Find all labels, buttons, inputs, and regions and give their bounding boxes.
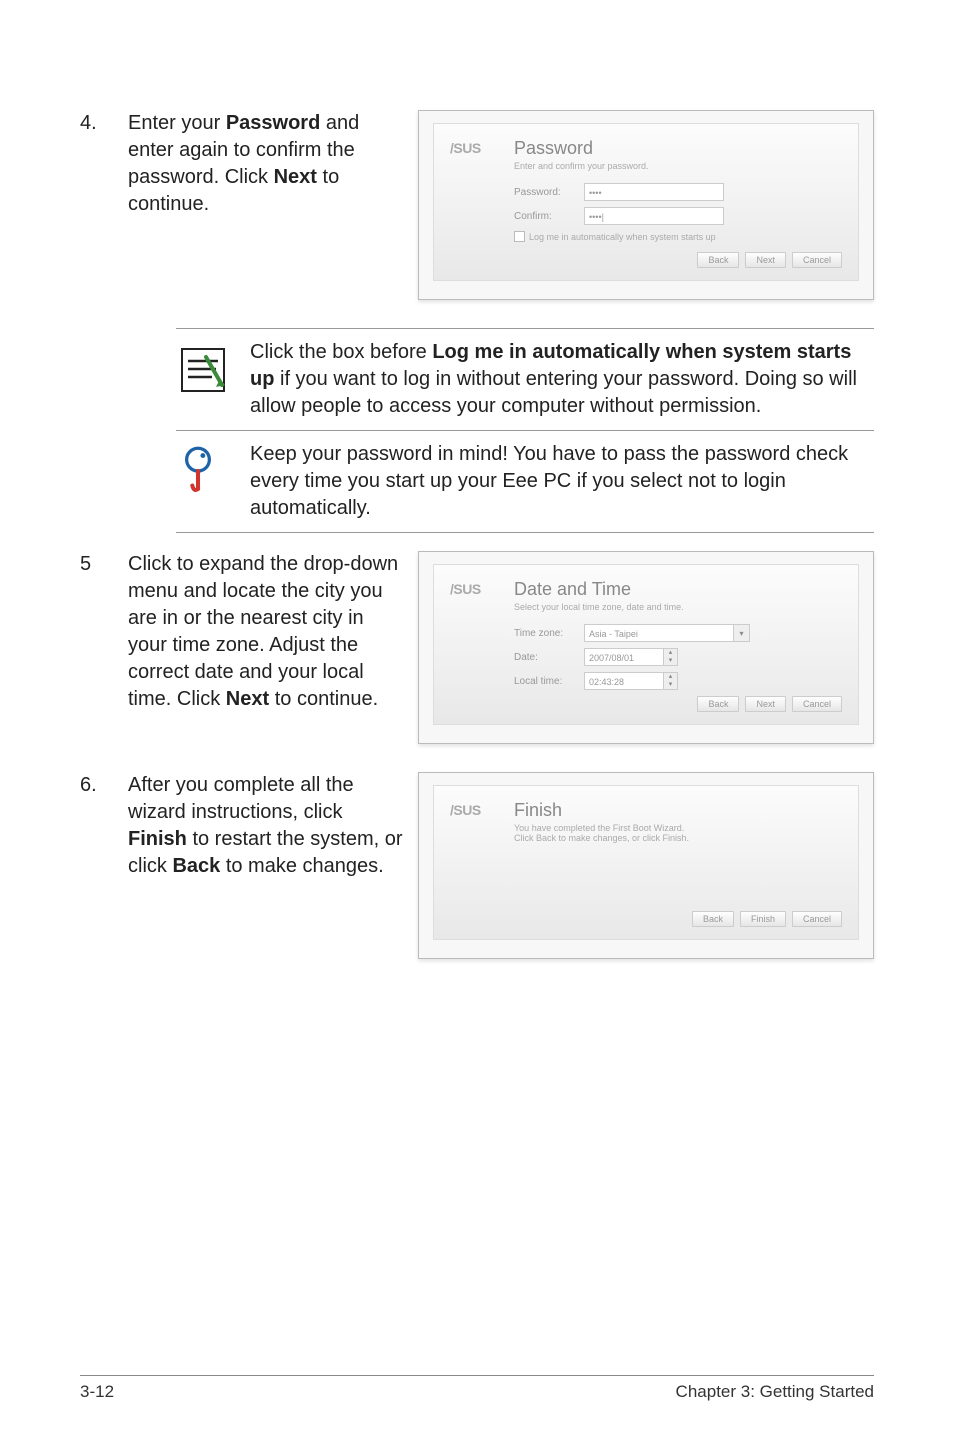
cancel-button[interactable]: Cancel — [792, 696, 842, 712]
step-number: 5 — [80, 551, 128, 576]
note-icon — [176, 339, 230, 397]
cancel-button[interactable]: Cancel — [792, 252, 842, 268]
note2-text: Keep your password in mind! You have to … — [250, 441, 874, 522]
chapter-title: Chapter 3: Getting Started — [676, 1382, 874, 1402]
confirm-input[interactable]: ••••| — [584, 207, 724, 225]
timezone-select[interactable]: Asia - Taipei — [584, 624, 734, 642]
time-input[interactable]: 02:43:28 — [584, 672, 664, 690]
bold: Finish — [128, 828, 187, 850]
next-button[interactable]: Next — [745, 252, 786, 268]
bold: Password — [226, 112, 320, 134]
bold: Next — [226, 688, 269, 710]
date-label: Date: — [514, 652, 576, 663]
text: Click to expand the drop-down menu and l… — [128, 553, 398, 710]
asus-logo: /SUS — [450, 138, 500, 156]
page-footer: 3-12 Chapter 3: Getting Started — [80, 1375, 874, 1402]
auto-login-label: Log me in automatically when system star… — [529, 232, 716, 242]
step-number: 4. — [80, 110, 128, 135]
text: Click the box before — [250, 341, 432, 363]
next-button[interactable]: Next — [745, 696, 786, 712]
dialog-subtitle: Select your local time zone, date and ti… — [514, 602, 842, 612]
text: Enter your — [128, 112, 226, 134]
dialog-subtitle-line2: Click Back to make changes, or click Fin… — [514, 833, 842, 843]
date-spinner[interactable]: ▴▾ — [664, 648, 678, 666]
page-number: 3-12 — [80, 1382, 114, 1402]
note-box-automatic-login: Click the box before Log me in automatic… — [176, 328, 874, 431]
time-label: Local time: — [514, 676, 576, 687]
datetime-screenshot: /SUS Date and Time Select your local tim… — [418, 551, 874, 744]
cancel-button[interactable]: Cancel — [792, 911, 842, 927]
text: if you want to log in without entering y… — [250, 368, 857, 417]
dialog-title: Finish — [514, 800, 842, 821]
password-screenshot: /SUS Password Enter and confirm your pas… — [418, 110, 874, 300]
back-button[interactable]: Back — [692, 911, 734, 927]
dialog-title: Date and Time — [514, 579, 842, 600]
tip-icon — [176, 441, 230, 497]
step-number: 6. — [80, 772, 128, 797]
auto-login-checkbox[interactable] — [514, 231, 525, 242]
finish-button[interactable]: Finish — [740, 911, 786, 927]
back-button[interactable]: Back — [697, 252, 739, 268]
password-label: Password: — [514, 187, 576, 198]
step5-text: Click to expand the drop-down menu and l… — [128, 551, 418, 713]
confirm-label: Confirm: — [514, 211, 576, 222]
step4-text: Enter your Password and enter again to c… — [128, 110, 418, 218]
bold: Back — [172, 855, 220, 877]
text: to continue. — [269, 688, 378, 710]
dialog-title: Password — [514, 138, 842, 159]
text: to make changes. — [220, 855, 383, 877]
date-input[interactable]: 2007/08/01 — [584, 648, 664, 666]
chevron-down-icon[interactable]: ▾ — [734, 624, 750, 642]
asus-logo: /SUS — [450, 579, 500, 597]
dialog-subtitle: Enter and confirm your password. — [514, 161, 842, 171]
finish-screenshot: /SUS Finish You have completed the First… — [418, 772, 874, 959]
step6-text: After you complete all the wizard instru… — [128, 772, 418, 880]
bold: Next — [274, 166, 317, 188]
note-box-keep-password: Keep your password in mind! You have to … — [176, 431, 874, 533]
asus-logo: /SUS — [450, 800, 500, 818]
timezone-label: Time zone: — [514, 628, 576, 639]
password-input[interactable]: •••• — [584, 183, 724, 201]
time-spinner[interactable]: ▴▾ — [664, 672, 678, 690]
back-button[interactable]: Back — [697, 696, 739, 712]
text: After you complete all the wizard instru… — [128, 774, 354, 823]
dialog-subtitle-line1: You have completed the First Boot Wizard… — [514, 823, 842, 833]
